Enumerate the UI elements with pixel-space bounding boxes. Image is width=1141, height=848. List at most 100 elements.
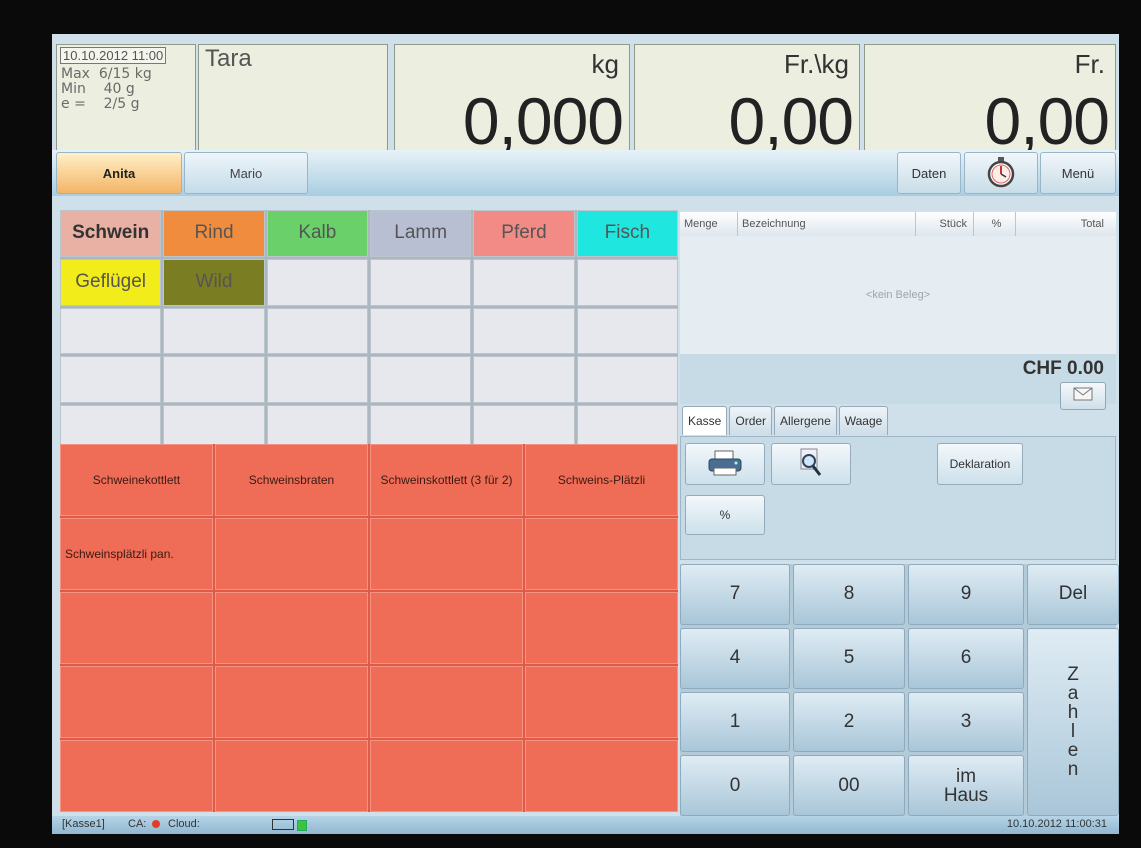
unit-price-display: Fr.\kg 0,00 <box>634 44 860 158</box>
category-rind[interactable]: Rind <box>163 210 265 257</box>
category-empty[interactable] <box>163 356 265 404</box>
product-empty[interactable] <box>370 740 523 812</box>
category-empty[interactable] <box>266 307 368 355</box>
weight-value: 0,000 <box>462 84 624 158</box>
product-empty[interactable] <box>215 666 368 738</box>
category-fisch[interactable]: Fisch <box>576 210 678 257</box>
product-empty[interactable] <box>525 592 678 664</box>
product-empty[interactable] <box>215 740 368 812</box>
col-menge: Menge <box>680 212 738 236</box>
category-empty[interactable] <box>576 356 678 404</box>
product-button[interactable]: Schweinekottlett <box>60 444 213 516</box>
zahlen-letter: Z <box>1067 663 1079 685</box>
category-empty[interactable] <box>370 307 472 355</box>
key-5[interactable]: 5 <box>793 627 905 689</box>
key-6[interactable]: 6 <box>908 627 1024 689</box>
product-empty[interactable] <box>215 592 368 664</box>
category-empty[interactable] <box>266 258 368 306</box>
price-unit: Fr. <box>1074 49 1105 79</box>
user-button-mario[interactable]: Mario <box>184 152 308 194</box>
status-datetime: 10.10.2012 11:00:31 <box>1006 818 1107 830</box>
key-0[interactable]: 0 <box>680 755 790 816</box>
key-3[interactable]: 3 <box>908 691 1024 753</box>
category-empty[interactable] <box>60 307 162 355</box>
daten-button[interactable]: Daten <box>897 152 961 194</box>
product-empty[interactable] <box>215 518 368 590</box>
product-empty[interactable] <box>60 592 213 664</box>
receipt-list[interactable]: <kein Beleg> <box>680 236 1116 354</box>
stopwatch-icon <box>984 155 1018 192</box>
category-empty[interactable] <box>473 307 575 355</box>
category-empty[interactable] <box>473 356 575 404</box>
scale-limits: Max 6/15 kg Min 40 g e = 2/5 g <box>61 66 152 112</box>
tab-waage[interactable]: Waage <box>838 406 889 435</box>
mail-button[interactable] <box>1060 382 1106 410</box>
print-button[interactable] <box>685 443 765 485</box>
category-gefluegel[interactable]: Geflügel <box>60 258 162 306</box>
key-1[interactable]: 1 <box>680 691 790 753</box>
product-button[interactable]: Schweinsplätzli pan. <box>60 518 213 590</box>
category-empty[interactable] <box>576 258 678 306</box>
scale-info-panel: 10.10.2012 11:00 Max 6/15 kg Min 40 g e … <box>56 44 196 156</box>
col-percent: % <box>974 212 1016 236</box>
status-bar: [Kasse1] CA: Cloud: 10.10.2012 11:00:31 <box>52 816 1119 834</box>
status-cloud-label: Cloud: <box>168 818 200 830</box>
category-lamm[interactable]: Lamm <box>370 210 472 257</box>
user-button-anita[interactable]: Anita <box>56 152 182 194</box>
product-button[interactable]: Schweinsbraten <box>215 444 368 516</box>
product-button[interactable]: Schweins-Plätzli <box>525 444 678 516</box>
function-panel: Deklaration % <box>680 436 1116 560</box>
product-empty[interactable] <box>525 518 678 590</box>
status-ca-label: CA: <box>128 818 147 830</box>
category-empty[interactable] <box>576 307 678 355</box>
product-empty[interactable] <box>370 518 523 590</box>
tab-order[interactable]: Order <box>729 406 773 435</box>
im-haus-button[interactable]: im Haus <box>908 755 1024 816</box>
zahlen-letter: a <box>1067 682 1079 704</box>
envelope-icon <box>1073 387 1093 406</box>
search-button[interactable] <box>771 443 851 485</box>
online-status-icon <box>297 820 307 831</box>
im-haus-label-1: im <box>955 765 977 787</box>
product-empty[interactable] <box>60 740 213 812</box>
product-grid: Schweinekottlett Schweinsbraten Schweins… <box>60 444 678 812</box>
key-8[interactable]: 8 <box>793 564 905 625</box>
product-empty[interactable] <box>525 740 678 812</box>
weight-display: kg 0,000 <box>394 44 630 158</box>
percent-button[interactable]: % <box>685 495 765 535</box>
product-empty[interactable] <box>525 666 678 738</box>
key-7[interactable]: 7 <box>680 564 790 625</box>
timer-button[interactable] <box>964 152 1038 194</box>
category-empty[interactable] <box>370 258 472 306</box>
category-pferd[interactable]: Pferd <box>473 210 575 257</box>
category-empty[interactable] <box>266 356 368 404</box>
key-00[interactable]: 00 <box>793 755 905 816</box>
key-9[interactable]: 9 <box>908 564 1024 625</box>
category-empty[interactable] <box>163 307 265 355</box>
category-empty[interactable] <box>473 258 575 306</box>
unit-price-unit: Fr.\kg <box>783 49 849 79</box>
im-haus-label-2: Haus <box>943 784 989 806</box>
deklaration-button[interactable]: Deklaration <box>937 443 1023 485</box>
category-wild[interactable]: Wild <box>163 258 265 306</box>
zahlen-button[interactable]: Z a h l e n <box>1027 627 1119 816</box>
display-datetime: 10.10.2012 11:00 <box>60 47 167 64</box>
tab-allergene[interactable]: Allergene <box>774 406 837 435</box>
tara-display[interactable]: Tara <box>198 44 388 156</box>
key-4[interactable]: 4 <box>680 627 790 689</box>
receipt-total-area: CHF 0.00 <box>680 354 1116 410</box>
tab-kasse[interactable]: Kasse <box>682 406 728 435</box>
ca-status-led <box>152 820 160 828</box>
delete-button[interactable]: Del <box>1027 564 1119 625</box>
key-2[interactable]: 2 <box>793 691 905 753</box>
category-empty[interactable] <box>370 356 472 404</box>
product-empty[interactable] <box>370 592 523 664</box>
category-empty[interactable] <box>60 356 162 404</box>
category-kalb[interactable]: Kalb <box>266 210 368 257</box>
product-button[interactable]: Schweinskottlett (3 für 2) <box>370 444 523 516</box>
tara-label: Tara <box>205 45 252 72</box>
menu-button[interactable]: Menü <box>1040 152 1116 194</box>
category-schwein[interactable]: Schwein <box>60 210 162 257</box>
product-empty[interactable] <box>370 666 523 738</box>
product-empty[interactable] <box>60 666 213 738</box>
